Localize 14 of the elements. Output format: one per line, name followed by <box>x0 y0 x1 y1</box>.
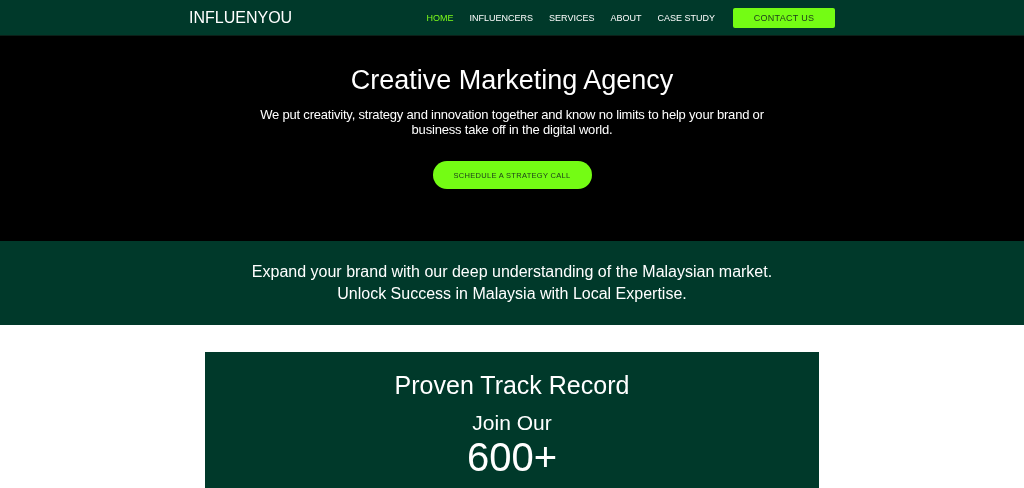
contact-button[interactable]: CONTACT US <box>733 7 835 28</box>
record-count: 600+ <box>466 437 558 477</box>
nav-link[interactable]: SERVICES <box>549 12 595 23</box>
hero-title: Creative Marketing Agency <box>350 64 674 96</box>
record-subtitle: Join Our <box>472 411 552 435</box>
nav-link[interactable]: INFLUENCERS <box>469 12 534 23</box>
banner-text: Expand your brand with our deep understanding of the Malaysian market. <box>251 262 773 282</box>
nav-link[interactable]: ABOUT <box>610 12 642 23</box>
nav-link[interactable]: CASE STUDY <box>657 12 715 23</box>
banner-text: Unlock Success in Malaysia with Local Expertise. <box>337 284 687 304</box>
hero-text: We put creativity, strategy and innovation together and know no limits to help your brand or business take off in the digital world. <box>259 107 765 137</box>
nav-link[interactable]: HOME <box>426 12 454 23</box>
logo-link[interactable]: INFLUENYOU <box>189 8 293 27</box>
record-title: Proven Track Record <box>394 370 630 400</box>
